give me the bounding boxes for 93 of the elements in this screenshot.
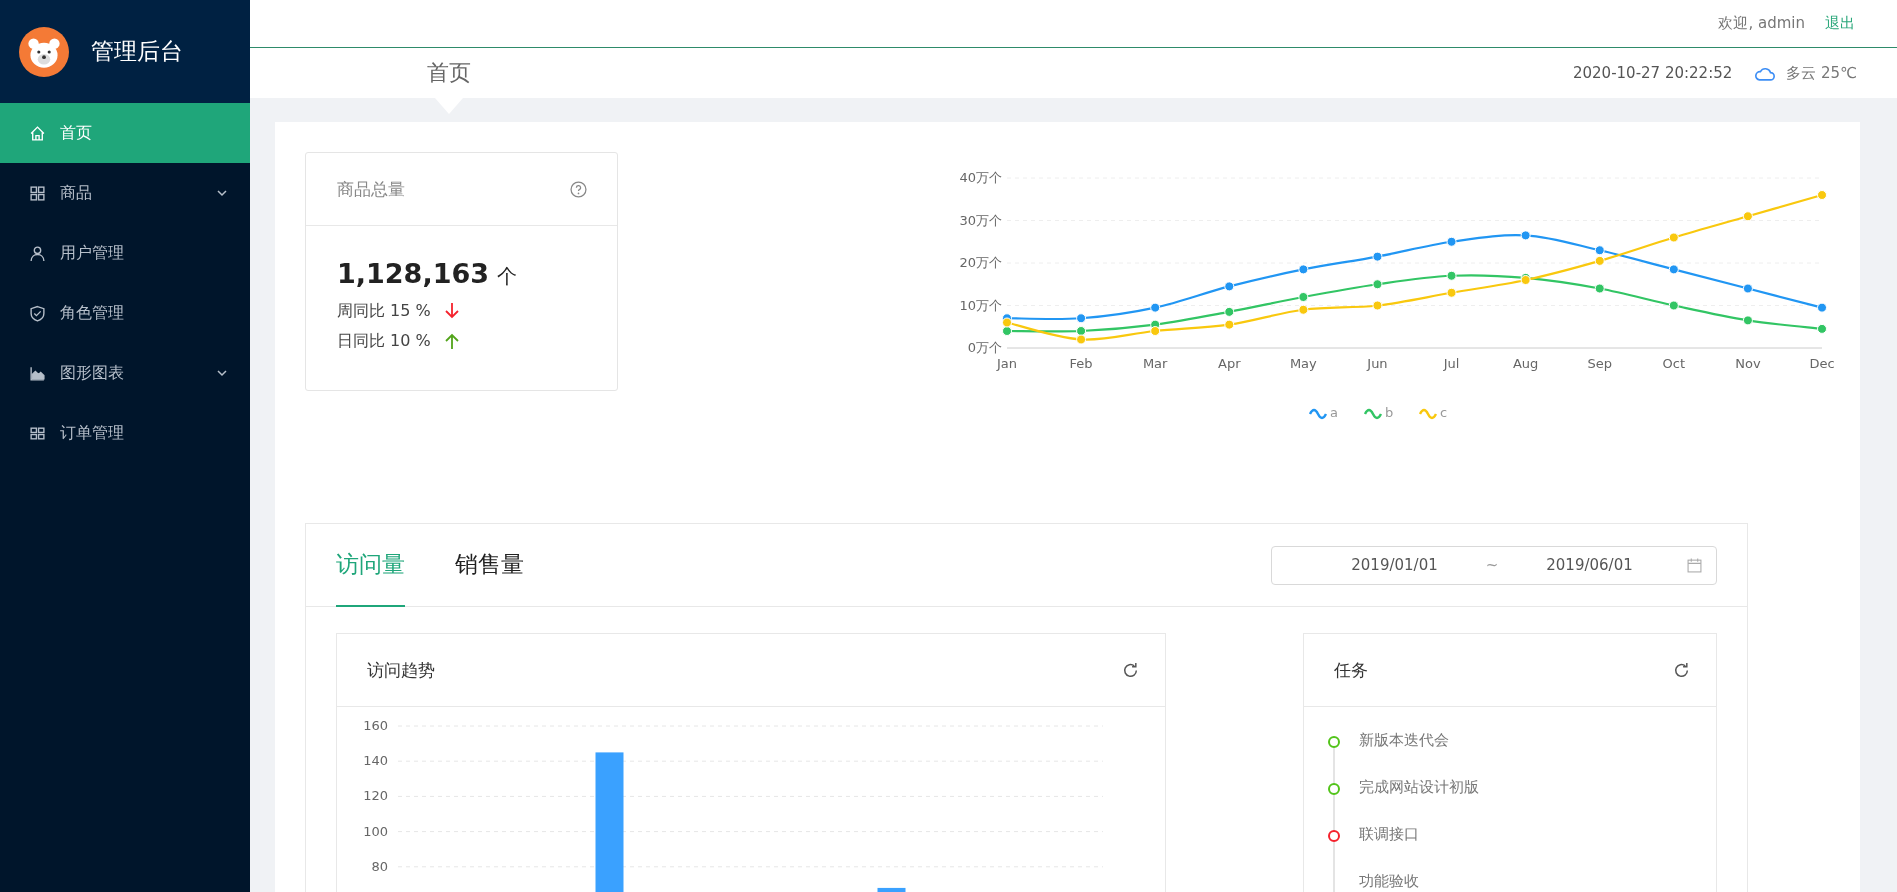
data-point	[1076, 313, 1087, 324]
data-point	[1372, 279, 1383, 290]
axis-label: Nov	[1735, 356, 1761, 371]
data-point	[1742, 211, 1753, 222]
help-icon[interactable]	[570, 180, 587, 198]
data-point	[1224, 306, 1235, 317]
data-point	[1298, 264, 1309, 275]
grid-icon	[29, 184, 46, 202]
axis-label: Sep	[1587, 356, 1612, 371]
weather-text: 多云 25℃	[1786, 63, 1857, 83]
axis-label: Jul	[1443, 356, 1460, 371]
app-title: 管理后台	[91, 37, 183, 66]
data-point	[1594, 283, 1605, 294]
axis-label: 120	[363, 788, 388, 804]
data-point	[1817, 302, 1827, 313]
data-point	[1150, 302, 1161, 313]
comparison-text: 周同比 15 %	[337, 300, 431, 322]
data-point	[1520, 230, 1531, 241]
axis-label: 10万个	[959, 297, 1002, 313]
data-point	[1668, 232, 1679, 243]
unit-text: 个	[497, 263, 518, 290]
axis-label: Oct	[1662, 356, 1686, 371]
data-point	[1668, 300, 1679, 311]
breadcrumb-tab[interactable]: 首页	[427, 58, 471, 88]
task-text: 完成网站设计初版	[1359, 778, 1479, 797]
card-title: 商品总量	[337, 177, 405, 201]
axis-label: Aug	[1512, 356, 1539, 371]
area-chart-icon	[29, 364, 46, 382]
card-title: 访问趋势	[367, 658, 435, 682]
data-point	[1446, 287, 1457, 298]
axis-label: 160	[363, 718, 388, 733]
comparison-text: 日同比 10 %	[337, 330, 431, 352]
axis-label: 100	[363, 823, 388, 839]
axis-label: 20万个	[959, 255, 1002, 270]
chevron-icon	[216, 187, 228, 199]
bear-logo-icon	[19, 26, 69, 77]
task-text: 功能验收	[1359, 872, 1419, 891]
axis-label: Mar	[1142, 356, 1168, 371]
axis-label: May	[1289, 356, 1317, 371]
axis-label: Apr	[1218, 356, 1241, 371]
axis-label: 40万个	[959, 170, 1002, 185]
data-point	[1594, 255, 1605, 266]
menu-item[interactable]: 角色管理	[0, 283, 250, 343]
axis-label: 80	[371, 858, 388, 874]
axis-label: Jun	[1367, 356, 1388, 371]
home-icon	[29, 124, 46, 142]
axis-label: 30万个	[959, 212, 1002, 228]
data-point	[1002, 326, 1012, 336]
task-text: 新版本迭代会	[1359, 731, 1449, 750]
axis-label: 0万个	[967, 340, 1002, 355]
bar	[877, 887, 906, 892]
legend-icon[interactable]	[1309, 408, 1327, 420]
total-value: 1,128,163	[337, 258, 490, 289]
welcome-text: 欢迎, admin	[1718, 14, 1805, 33]
menu-item[interactable]: 用户管理	[0, 223, 250, 283]
data-point	[1742, 315, 1753, 326]
data-point	[1076, 334, 1087, 345]
menu-item[interactable]: 订单管理	[0, 403, 250, 463]
data-point	[1446, 236, 1457, 247]
data-point	[1668, 264, 1679, 275]
card-title: 任务	[1334, 658, 1368, 682]
user-icon	[29, 244, 46, 262]
data-point	[1817, 190, 1827, 200]
data-point	[1150, 326, 1161, 336]
axis-label: Jan	[997, 356, 1017, 371]
menu-item[interactable]: 图形图表	[0, 343, 250, 403]
axis-label: Feb	[1069, 356, 1093, 371]
data-point	[1372, 251, 1383, 262]
refresh-icon[interactable]	[1673, 661, 1690, 679]
data-point	[1298, 292, 1309, 302]
task-text: 联调接口	[1359, 825, 1419, 844]
data-point	[1224, 281, 1235, 292]
axis-label: 140	[363, 753, 388, 769]
data-point	[1594, 245, 1605, 256]
legend-icon[interactable]	[1364, 408, 1382, 420]
tab[interactable]: 销售量	[455, 524, 524, 607]
date-range-field[interactable]: 2019/01/01 ~ 2019/06/01	[1271, 545, 1717, 585]
data-point	[1742, 283, 1753, 294]
axis-label: Dec	[1809, 356, 1835, 371]
refresh-icon[interactable]	[1122, 661, 1139, 679]
data-point	[1002, 317, 1012, 328]
data-point	[1298, 304, 1309, 315]
shield-icon	[29, 304, 46, 322]
menu-item[interactable]: 商品	[0, 163, 250, 223]
data-point	[1224, 319, 1235, 330]
data-point	[1817, 323, 1827, 334]
data-point	[1076, 326, 1087, 336]
blocks-icon	[29, 424, 46, 442]
data-point	[1372, 300, 1383, 311]
chevron-icon	[216, 367, 228, 379]
datetime-text: 2020-10-27 20:22:52	[1573, 64, 1733, 82]
data-point	[1446, 270, 1457, 281]
calendar-icon	[1687, 557, 1702, 573]
